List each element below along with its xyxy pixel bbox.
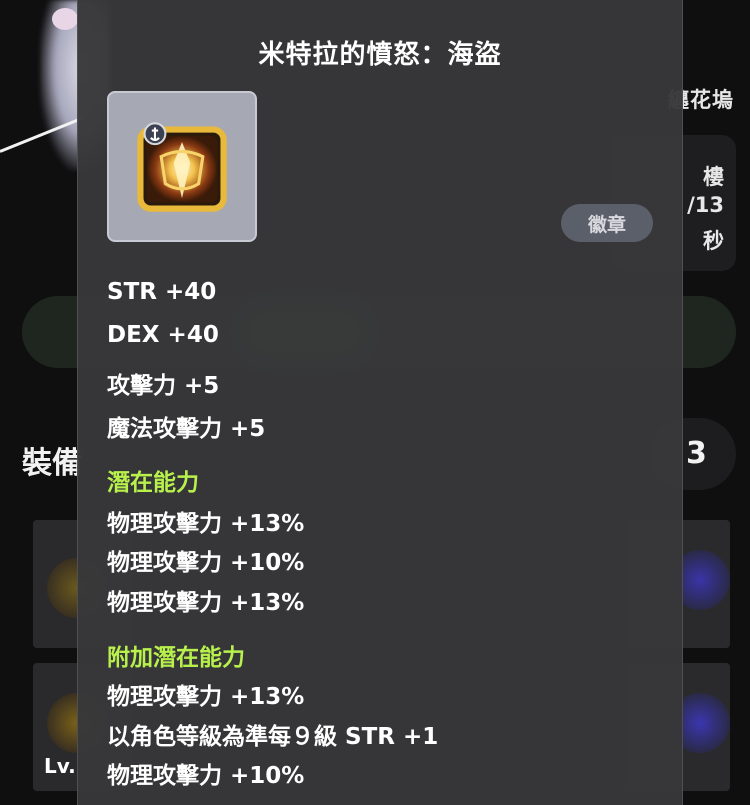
bonus-potential-line: 物理攻擊力 +10% bbox=[107, 763, 305, 789]
info-progress-text: /13 bbox=[687, 193, 724, 217]
item-name: 米特拉的憤怒：海盜 bbox=[258, 40, 502, 70]
potential-header: 潛在能力 bbox=[107, 470, 199, 496]
bonus-potential-line: 以角色等級為準每９級 STR +1 bbox=[107, 724, 439, 750]
info-time-text: 秒 bbox=[703, 229, 724, 253]
info-floor-text: 樓 bbox=[703, 165, 724, 189]
equipment-section-title: 裝備 bbox=[22, 446, 82, 481]
potential-line: 物理攻擊力 +13% bbox=[107, 511, 305, 537]
slot-level-label: Lv. bbox=[44, 754, 76, 778]
stat-line: STR +40 bbox=[107, 279, 217, 305]
item-tooltip: 米特拉的憤怒：海盜 徽章 STR +40 DEX +40 攻擊力 +5 魔法攻擊… bbox=[77, 0, 683, 805]
potential-line: 物理攻擊力 +13% bbox=[107, 590, 305, 616]
item-icon-frame bbox=[107, 91, 257, 242]
stat-line: 攻擊力 +5 bbox=[107, 373, 220, 399]
bonus-potential-header: 附加潛在能力 bbox=[107, 645, 245, 671]
stat-line: 魔法攻擊力 +5 bbox=[107, 416, 266, 442]
potential-line: 物理攻擊力 +10% bbox=[107, 550, 305, 576]
equipment-count: 3 bbox=[686, 436, 707, 471]
character-bow bbox=[52, 8, 78, 30]
pirate-emblem-icon bbox=[137, 121, 227, 212]
item-type-badge: 徽章 bbox=[561, 204, 653, 242]
bonus-potential-line: 物理攻擊力 +13% bbox=[107, 684, 305, 710]
stat-line: DEX +40 bbox=[107, 322, 219, 348]
